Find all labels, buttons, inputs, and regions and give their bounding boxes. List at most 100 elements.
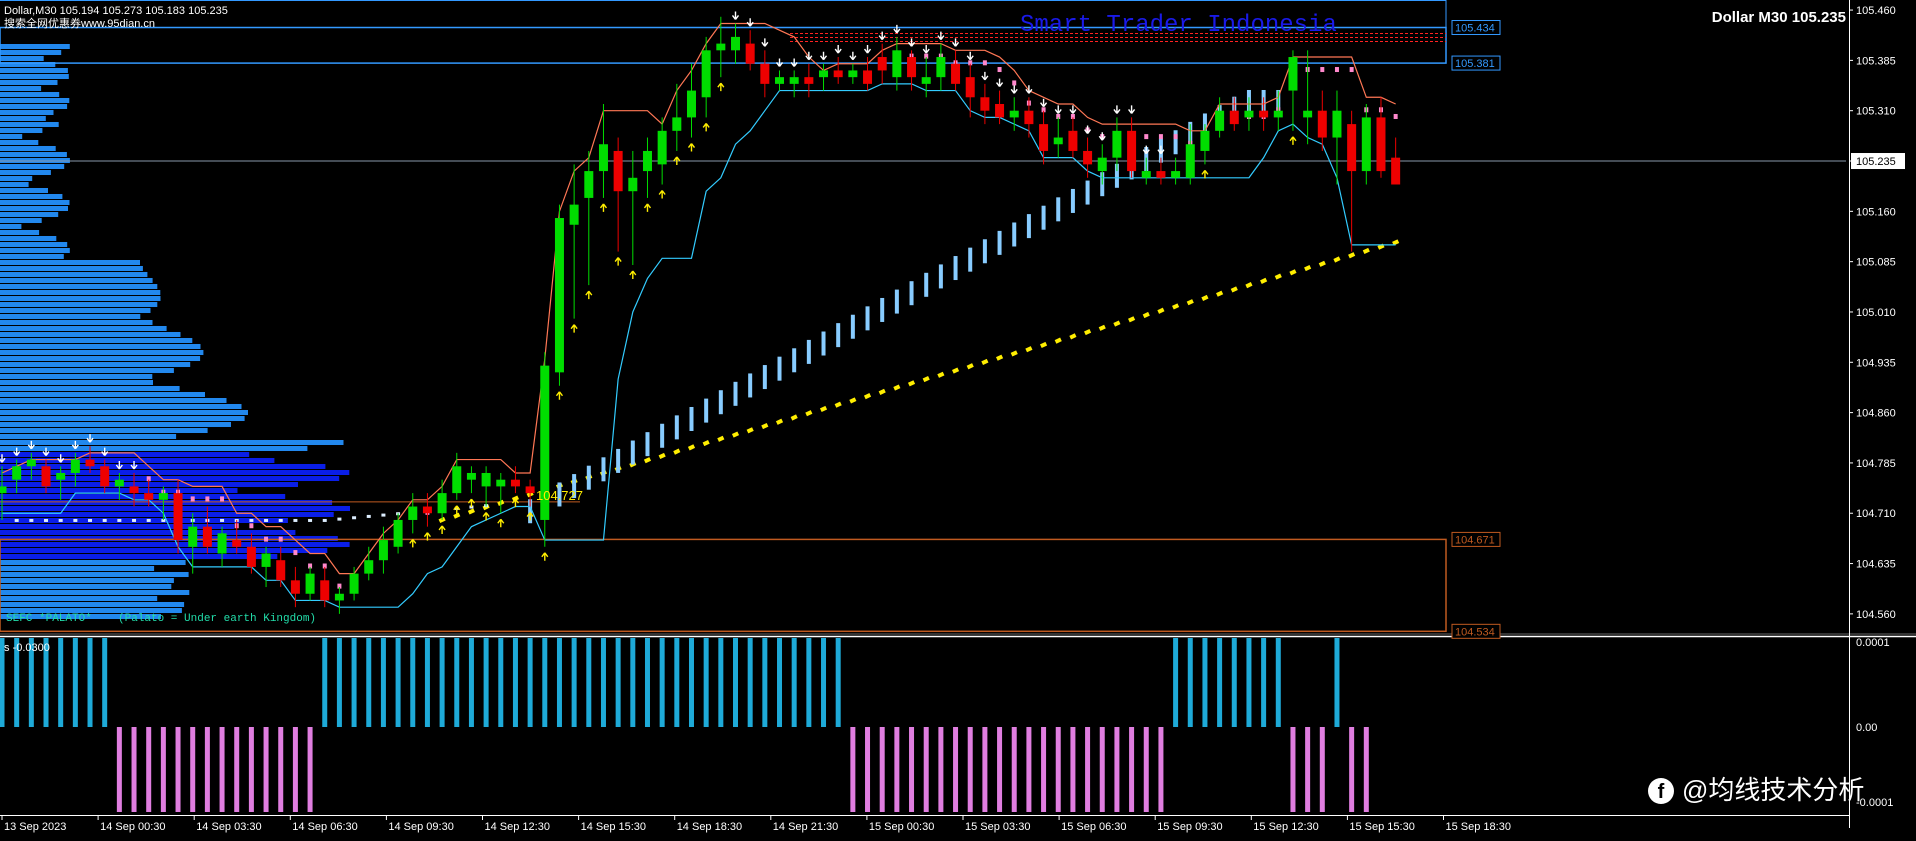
profile-bar [0,68,68,73]
oscillator-tick-label: 0.00 [1856,722,1877,734]
profile-bar [0,74,69,79]
candle-body [1097,157,1107,172]
poc-price-label: 104.727 [536,488,583,503]
candle-body [907,57,917,78]
trend-ramp-bar [704,398,709,423]
candle-body [12,466,22,480]
pink-trail-dot [1334,67,1339,73]
oscillator-bar-positive [821,638,827,727]
x-tick-label: 15 Sep 18:30 [1446,821,1511,833]
candle-body [290,580,300,594]
candle-body [1053,137,1063,145]
profile-bar [0,134,23,139]
oscillator-bar-negative [982,727,988,812]
baseline-dash [44,518,49,522]
profile-bar [0,200,70,205]
candle-body [422,506,432,514]
candle-body [554,218,564,373]
x-tick-label: 15 Sep 15:30 [1349,821,1414,833]
profile-bar [0,362,191,367]
candle-body [1039,124,1049,151]
trend-ramp-bar [586,465,591,490]
profile-bar [0,188,48,193]
baseline-dash [220,518,225,522]
profile-bar [0,344,201,349]
oscillator-bar-positive [454,638,460,727]
chart-canvas[interactable]: 105.460 105.385 105.310 105.235 105.160 105.0… [0,0,1916,841]
candle-body [819,70,829,78]
profile-bar [0,374,153,379]
profile-bar [0,560,186,565]
candle-body [1361,117,1371,172]
oscillator-bar-positive [439,638,445,727]
baseline-dash [146,518,151,522]
baseline-dash [14,518,19,522]
profile-bar [0,566,155,571]
oscillator-bar-positive [72,638,78,727]
candle-body [1171,171,1181,178]
candle-body [775,77,785,84]
oscillator-bar-positive [747,638,753,727]
pink-trail-dot [1012,80,1017,86]
trend-ramp-bar [1085,180,1090,205]
x-tick-label: 15 Sep 06:30 [1061,821,1126,833]
profile-bar [0,248,70,253]
x-tick-label: 14 Sep 03:30 [196,821,261,833]
candle-body [481,472,491,487]
pink-trail-dot [205,496,210,502]
oscillator-bar-positive [1187,638,1193,727]
oscillator-bar-positive [366,638,372,727]
candle-body [598,144,608,172]
oscillator-bar-negative [1349,727,1355,812]
candle-body [892,50,902,78]
candle-body [114,479,124,487]
oscillator-bar-negative [923,727,929,812]
trend-ramp-bar [777,356,782,381]
profile-bar [0,104,68,109]
y-tick-label: 104.560 [1856,609,1896,621]
candle-body [320,580,330,601]
profile-bar [0,296,161,301]
trend-ramp-bar [792,348,797,373]
current-price-label: 105.235 [1856,156,1896,168]
pink-trail-dot [278,536,283,542]
facebook-icon-glyph: f [1658,781,1665,803]
candle-body [789,77,799,84]
chart-window[interactable]: 105.460 105.385 105.310 105.235 105.160 105.0… [0,0,1916,841]
candle-body [1332,110,1342,138]
profile-bar [0,212,59,217]
baseline-dash [337,517,342,521]
y-tick-label: 104.860 [1856,408,1896,420]
oscillator-bar-positive [410,638,416,727]
profile-bar [0,176,33,181]
oscillator-bar-negative [953,727,959,812]
profile-bar [0,86,42,91]
profile-bar [0,398,227,403]
candle-body [129,486,139,494]
oscillator-bar-negative [1085,727,1091,812]
pink-trail-dot [264,536,269,542]
candle-body [496,479,506,487]
price-box-label: 105.434 [1455,23,1495,35]
profile-bar [0,392,205,397]
candle-body [1229,110,1239,125]
trend-ramp-bar [748,373,753,398]
profile-bar [0,272,148,277]
symbol-ohlc-label: Dollar,M30 105.194 105.273 105.183 105.2… [4,5,228,17]
oscillator-bar-positive [102,638,108,727]
candle-body [848,70,858,78]
profile-bar [0,548,328,553]
oscillator-bar-positive [733,638,738,727]
trend-ramp-bar [953,256,958,281]
x-tick-label: 14 Sep 09:30 [388,821,453,833]
candle-body [349,573,359,594]
profile-bar [0,266,143,271]
oscillator-bar-positive [336,638,342,727]
candle-body [965,77,975,98]
x-tick-label: 13 Sep 2023 [4,821,66,833]
oscillator-label: s -0.0300 [4,642,50,654]
trend-ramp-bar [880,297,885,322]
candle-body [584,171,594,198]
oscillator-bar-negative [248,727,254,812]
candle-body [1009,110,1019,118]
